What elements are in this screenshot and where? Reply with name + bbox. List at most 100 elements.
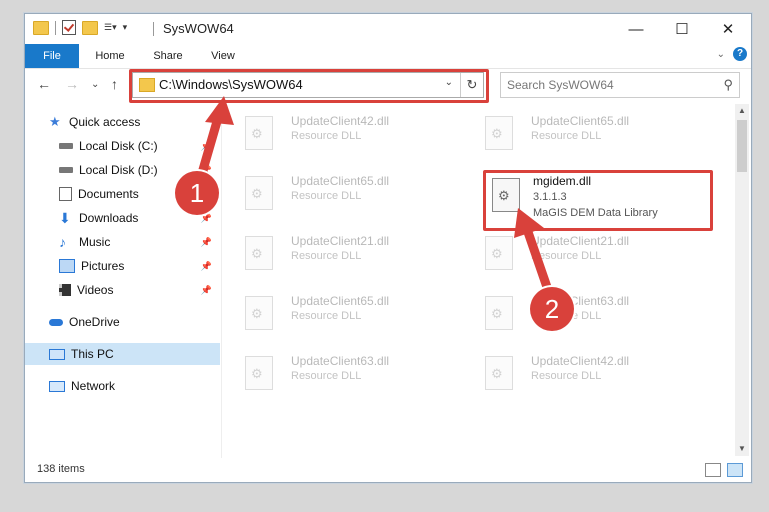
scroll-up-icon[interactable]: ▲ [735,104,749,118]
forward-button[interactable]: → [65,76,79,92]
file-tile[interactable]: UpdateClient42.dll Resource DLL [225,112,445,160]
dll-file-icon [485,296,513,330]
search-icon[interactable]: ⚲ [723,77,733,93]
sidebar-item-label: Music [79,235,111,249]
file-tile-mgidem[interactable]: mgidem.dll 3.1.1.3 MaGIS DEM Data Librar… [487,170,707,234]
sidebar-item-network[interactable]: Network [25,375,220,397]
sidebar-item-videos[interactable]: Videos 📌 [25,279,220,301]
address-dropdown-icon[interactable]: ⌄ [445,77,453,88]
address-path[interactable]: C:\Windows\SysWOW64 [159,77,303,92]
network-icon [49,380,65,392]
file-type: Resource DLL [291,310,362,322]
file-name: UpdateClient65.dll [291,294,390,308]
dll-file-icon [245,116,273,150]
sidebar-item-label: Documents [78,187,139,201]
recent-locations-button[interactable]: ⌄ [91,79,99,90]
address-bar[interactable]: C:\Windows\SysWOW64 ⌄ ↻ [132,72,484,98]
sidebar-item-music[interactable]: ♪ Music 📌 [25,231,220,253]
sidebar-item-label: Quick access [69,115,141,129]
search-box[interactable]: Search SysWOW64 ⚲ [500,72,740,98]
folder-icon [139,78,155,92]
title-divider [153,22,154,36]
tab-home[interactable]: Home [87,44,133,68]
item-count: 138 items [37,463,85,475]
file-tile[interactable]: UpdateClient21.dll Resource DLL [225,232,445,280]
quick-access-toolbar: ☰▾ ▾ [33,20,127,35]
properties-icon[interactable] [62,20,76,35]
file-description: MaGIS DEM Data Library [533,207,658,219]
sidebar-item-quick-access[interactable]: ★ Quick access [25,111,220,133]
sidebar-item-pictures[interactable]: Pictures 📌 [25,255,220,277]
file-name: UpdateClient65.dll [291,174,390,188]
drive-icon [59,143,73,149]
file-version: 3.1.1.3 [533,191,567,203]
minimize-button[interactable]: — [613,14,659,44]
file-type: Resource DLL [291,250,362,262]
pin-icon: 📌 [200,140,212,151]
maximize-button[interactable]: ☐ [659,14,705,44]
file-tile[interactable]: UpdateClient42.dll Resource DLL [465,352,685,400]
close-button[interactable]: ✕ [705,14,751,44]
tab-view[interactable]: View [201,44,245,68]
dll-file-icon [245,176,273,210]
file-tile[interactable]: UpdateClient65.dll Resource DLL [225,292,445,340]
sidebar-item-label: Network [71,379,116,393]
tab-share[interactable]: Share [143,44,193,68]
search-input[interactable]: Search SysWOW64 [507,78,614,92]
file-type: Resource DLL [291,370,362,382]
dll-file-icon [485,236,513,270]
customize-toolbar-icon[interactable]: ☰▾ [104,22,117,33]
dll-file-icon [485,116,513,150]
sidebar-item-onedrive[interactable]: OneDrive [25,311,220,333]
expand-ribbon-icon[interactable]: ⌄ [717,49,725,60]
tab-file[interactable]: File [25,44,79,68]
scroll-thumb[interactable] [737,120,747,172]
file-tile[interactable]: UpdateClient63.dll Resource DLL [465,292,685,340]
file-name: UpdateClient63.dll [291,354,390,368]
details-view-icon[interactable] [705,463,721,477]
drive-icon [59,167,73,173]
toolbar-divider [55,20,56,35]
dll-file-icon [485,356,513,390]
sidebar-item-this-pc[interactable]: This PC [25,343,220,365]
window-title: SysWOW64 [163,21,234,36]
file-name: UpdateClient42.dll [291,114,390,128]
cloud-icon [49,318,63,326]
music-icon: ♪ [59,234,66,250]
status-bar: 138 items [25,460,751,482]
sidebar-item-label: Downloads [79,211,139,225]
navigation-pane: ★ Quick access Local Disk (C:) 📌 Local D… [25,108,220,458]
pane-divider [221,108,222,458]
star-icon: ★ [49,114,61,129]
sidebar-item-label: This PC [71,347,114,361]
file-tile[interactable]: UpdateClient63.dll Resource DLL [225,352,445,400]
file-list: UpdateClient42.dll Resource DLL UpdateCl… [225,104,735,459]
file-type: Resource DLL [291,190,362,202]
file-type: Resource DLL [531,370,602,382]
dll-file-icon [492,178,520,212]
sidebar-item-local-disk-c[interactable]: Local Disk (C:) 📌 [25,135,220,157]
videos-icon [59,284,71,296]
step-2-badge: 2 [530,287,574,331]
vertical-scrollbar[interactable]: ▲ ▼ [735,104,749,456]
sidebar-item-label: Videos [77,283,114,297]
file-name: UpdateClient42.dll [531,354,630,368]
ribbon-tabs: File Home Share View ⌄ ? [25,44,751,69]
help-icon[interactable]: ? [733,47,747,61]
scroll-down-icon[interactable]: ▼ [735,442,749,456]
back-button[interactable]: ← [37,76,51,92]
refresh-button[interactable]: ↻ [460,73,483,97]
computer-icon [49,348,65,360]
downloads-icon: ⬇ [59,210,71,226]
file-name: UpdateClient65.dll [531,114,630,128]
sidebar-item-label: Local Disk (C:) [79,139,158,153]
new-folder-icon[interactable] [82,20,98,35]
dll-file-icon [245,236,273,270]
up-button[interactable]: ↑ [111,76,118,92]
file-tile[interactable]: UpdateClient21.dll Resource DLL [465,232,685,280]
qat-dropdown-icon[interactable]: ▾ [123,22,128,33]
large-icons-view-icon[interactable] [727,463,743,477]
folder-icon [33,20,49,35]
file-tile[interactable]: UpdateClient65.dll Resource DLL [225,172,445,220]
file-tile[interactable]: UpdateClient65.dll Resource DLL [465,112,685,160]
